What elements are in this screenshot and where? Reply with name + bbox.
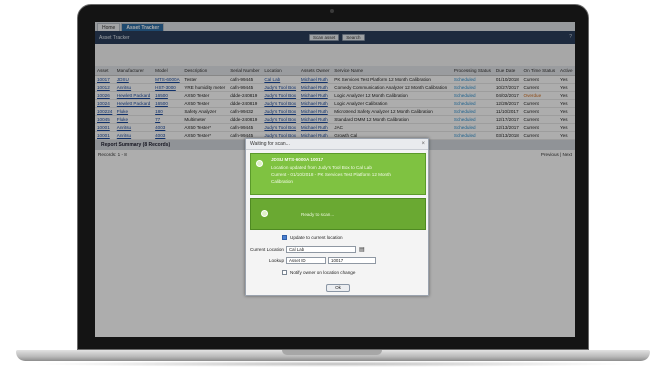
close-icon[interactable]: × xyxy=(421,139,425,150)
scan-result-panel: JDSU MTS-6000A 10017 Location updated fr… xyxy=(250,153,426,195)
result-service-line: Calibration xyxy=(271,179,293,184)
notify-owner-row[interactable]: Notify owner on location change xyxy=(282,270,355,275)
location-picker-icon[interactable]: ▤ xyxy=(359,246,365,253)
update-location-label: Update to current location xyxy=(290,235,343,240)
result-location-line: Location updated from Judy's Tool Box to… xyxy=(271,165,372,170)
ok-button[interactable]: Ok xyxy=(326,284,350,292)
laptop-shadow xyxy=(30,361,636,367)
update-location-checkbox[interactable] xyxy=(282,235,287,240)
scan-dialog: Waiting for scan... × JDSU MTS-6000A 100… xyxy=(245,138,429,296)
notify-owner-label: Notify owner on location change xyxy=(290,270,356,275)
update-location-row[interactable]: Update to current location xyxy=(282,235,343,240)
lookup-type-select[interactable]: Asset ID xyxy=(286,257,326,264)
camera-dot xyxy=(330,9,334,13)
dialog-title: Waiting for scan... × xyxy=(246,139,428,150)
laptop-mockup: Home Asset Tracker Asset Tracker Scan as… xyxy=(0,0,664,373)
dialog-title-text: Waiting for scan... xyxy=(250,141,290,147)
success-icon xyxy=(256,160,263,167)
lookup-row: Lookup Asset ID 10017 xyxy=(250,257,376,264)
lookup-value-input[interactable]: 10017 xyxy=(328,257,376,264)
result-asset-line: JDSU MTS-6000A 10017 xyxy=(271,157,324,162)
current-location-label: Current Location xyxy=(250,247,284,252)
current-location-row: Current Location Cal Lab ▤ xyxy=(250,246,365,253)
app-screen: Home Asset Tracker Asset Tracker Scan as… xyxy=(95,22,575,337)
lookup-label: Lookup xyxy=(268,258,284,263)
ready-text: Ready to scan... xyxy=(301,212,335,217)
current-location-field[interactable]: Cal Lab xyxy=(286,246,356,253)
laptop-notch xyxy=(282,350,382,355)
notify-owner-checkbox[interactable] xyxy=(282,270,287,275)
ready-panel: Ready to scan... xyxy=(250,198,426,230)
ready-icon xyxy=(261,210,268,217)
result-status-line: Current - 01/10/2018 - PK Services Test … xyxy=(271,172,391,177)
